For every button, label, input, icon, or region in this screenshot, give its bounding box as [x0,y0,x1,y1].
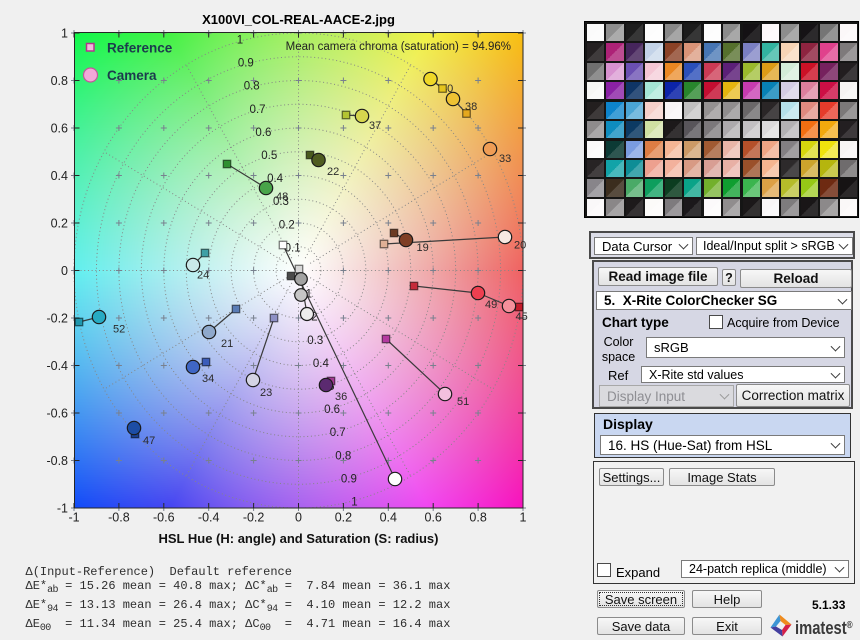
svg-text:48: 48 [276,191,288,203]
svg-text:-1: -1 [57,502,68,516]
svg-text:0: 0 [61,264,68,278]
svg-text:0.3: 0.3 [307,335,323,347]
svg-text:1: 1 [61,27,68,41]
svg-text:19: 19 [417,242,429,254]
svg-text:0.2: 0.2 [279,219,295,231]
svg-text:0.4: 0.4 [380,511,397,525]
svg-text:1: 1 [520,511,527,525]
svg-text:0: 0 [295,511,302,525]
svg-text:0.7: 0.7 [250,104,266,116]
svg-text:51: 51 [457,396,469,408]
svg-text:21: 21 [221,338,233,350]
svg-text:Mean camera chroma (saturation: Mean camera chroma (saturation) = 94.96% [286,41,511,53]
svg-text:-0.2: -0.2 [46,312,68,326]
svg-text:0.5: 0.5 [261,150,277,162]
svg-text:0.9: 0.9 [341,473,357,485]
svg-text:33: 33 [499,153,511,165]
svg-text:-1: -1 [68,511,79,525]
svg-text:0.8: 0.8 [51,74,68,88]
svg-text:-0.8: -0.8 [108,511,130,525]
svg-text:24: 24 [197,270,209,282]
svg-text:23: 23 [260,387,272,399]
svg-text:-0.4: -0.4 [198,511,220,525]
svg-text:45: 45 [516,311,528,323]
svg-text:0.6: 0.6 [324,404,340,416]
svg-text:1: 1 [351,497,357,509]
svg-text:36: 36 [335,391,347,403]
svg-text:HSL Hue (H: angle) and Saturat: HSL Hue (H: angle) and Saturation (S: ra… [158,531,438,546]
svg-text:34: 34 [202,373,214,385]
svg-text:-0.8: -0.8 [46,454,68,468]
svg-text:52: 52 [113,324,125,336]
svg-text:-0.2: -0.2 [243,511,265,525]
svg-text:1: 1 [237,35,243,47]
svg-text:37: 37 [369,120,381,132]
svg-text:0.2: 0.2 [335,511,352,525]
svg-text:X100VI_COL-REAL-AACE-2.jpg: X100VI_COL-REAL-AACE-2.jpg [202,12,395,27]
svg-text:0.4: 0.4 [313,358,330,370]
svg-text:0.6: 0.6 [51,122,68,136]
svg-text:49: 49 [485,299,497,311]
svg-text:0.2: 0.2 [51,217,68,231]
svg-text:0.7: 0.7 [330,427,346,439]
svg-text:Reference: Reference [107,41,173,56]
svg-text:-0.6: -0.6 [153,511,175,525]
svg-text:-0.6: -0.6 [46,407,68,421]
svg-text:0.8: 0.8 [244,81,260,93]
svg-text:0.4: 0.4 [51,169,68,183]
svg-text:0.6: 0.6 [255,127,271,139]
svg-text:0.9: 0.9 [238,58,254,70]
svg-text:-0.4: -0.4 [46,359,68,373]
svg-text:22: 22 [327,166,339,178]
svg-text:47: 47 [143,435,155,447]
svg-text:0.8: 0.8 [469,511,486,525]
svg-text:Camera: Camera [107,68,157,83]
svg-text:0.8: 0.8 [335,450,351,462]
svg-text:0.6: 0.6 [425,511,442,525]
svg-text:20: 20 [514,240,526,252]
